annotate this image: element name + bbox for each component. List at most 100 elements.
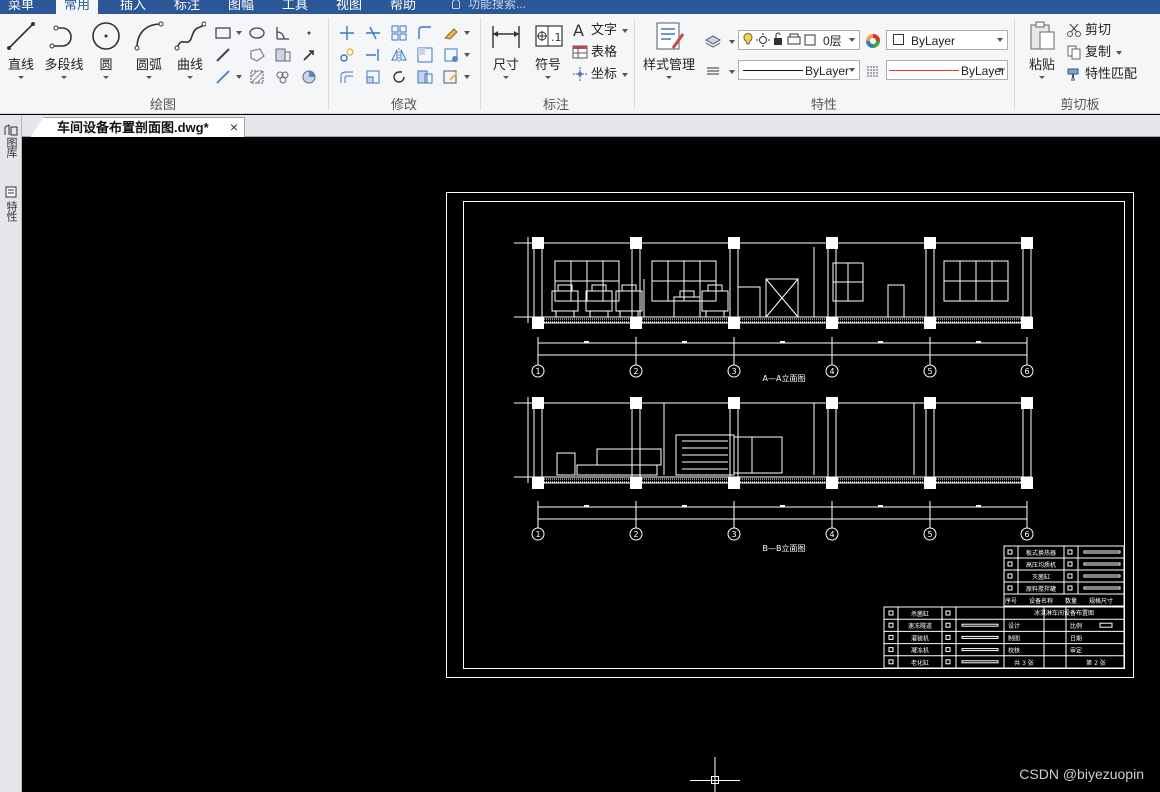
style-manager-button[interactable]: 样式管理	[640, 20, 698, 79]
ellipse-tool[interactable]	[248, 24, 266, 42]
table-label: 表格	[591, 44, 618, 59]
match-properties-button[interactable]: 特性匹配	[1066, 64, 1137, 84]
crosshair-cursor	[690, 757, 740, 792]
coordinate-button[interactable]: 坐标	[572, 64, 617, 84]
extend-tool[interactable]	[364, 46, 382, 64]
hatch-icon	[250, 70, 264, 84]
layer-dropdown[interactable]: 0层	[738, 30, 860, 50]
color-value: ByLayer	[911, 34, 956, 48]
polyline-icon	[49, 25, 72, 49]
table-button[interactable]: 表格	[572, 42, 617, 62]
axis-number: 4	[829, 367, 834, 376]
properties-group-title: 特性	[810, 97, 837, 112]
properties-dock-tab[interactable]: 特性	[3, 201, 19, 221]
hopper	[596, 448, 662, 466]
array-tool[interactable]	[390, 24, 408, 42]
color-dropdown[interactable]: ByLayer	[886, 30, 1008, 50]
polyline-label: 多段线	[44, 57, 84, 72]
move-icon	[340, 26, 354, 40]
scale-tool[interactable]	[364, 68, 382, 86]
color-picker-tool[interactable]	[864, 32, 882, 50]
mirror-tool[interactable]	[390, 46, 408, 64]
equipment-header-cell: 数量	[1065, 597, 1077, 605]
erase-tool[interactable]	[442, 24, 460, 42]
feature-search[interactable]: 功能搜索...	[444, 0, 534, 14]
text-button[interactable]: A 文字	[572, 20, 617, 40]
symbol-button[interactable]: .1 符号	[530, 20, 566, 79]
scale-icon	[366, 70, 380, 84]
tab-help[interactable]: 帮助	[382, 0, 424, 14]
row-qty	[945, 610, 951, 616]
arc-button[interactable]: 圆弧	[132, 20, 166, 79]
divider	[1014, 18, 1015, 110]
cloud-tool[interactable]	[274, 68, 292, 86]
ray-tool[interactable]	[214, 68, 232, 86]
library-dock-tab[interactable]: 图库	[3, 137, 19, 157]
point-tool[interactable]	[300, 24, 318, 42]
properties-dock-icon[interactable]	[4, 185, 18, 199]
copy-button[interactable]: 复制	[1066, 42, 1111, 62]
dimension-text	[584, 505, 589, 507]
dimension-icon	[492, 26, 520, 48]
line-button[interactable]: 直线	[4, 20, 38, 79]
lineweight-tool[interactable]	[704, 62, 722, 80]
copy-object-tool[interactable]	[338, 46, 356, 64]
library-dock-icon[interactable]	[3, 123, 19, 137]
explode-tool[interactable]	[442, 46, 460, 64]
pick-tool[interactable]	[300, 46, 318, 64]
axis-number: 1	[535, 367, 540, 376]
left-dock: 图库 特性	[0, 115, 22, 792]
tab-common[interactable]: 常用	[56, 0, 99, 14]
lineweight-preview	[889, 70, 959, 71]
region-tool[interactable]	[248, 46, 266, 64]
mirror-icon	[391, 48, 407, 62]
feature-search-placeholder: 功能搜索...	[468, 0, 527, 11]
linetype-dropdown[interactable]: ByLayer	[738, 60, 860, 80]
lineweight-dropdown[interactable]: ByLayer	[886, 60, 1008, 80]
edit-tool[interactable]	[442, 68, 460, 86]
tab-tools[interactable]: 工具	[274, 0, 316, 14]
rectangle-tool[interactable]	[214, 24, 232, 42]
tab-annotate[interactable]: 标注	[166, 0, 208, 14]
trim-tool[interactable]	[364, 24, 382, 42]
document-tab[interactable]: 车间设备布置剖面图.dwg* ×	[30, 117, 245, 137]
offset-tool[interactable]	[338, 68, 356, 86]
rotate-tool[interactable]	[390, 68, 408, 86]
break-tool[interactable]	[416, 68, 434, 86]
extend-icon	[366, 49, 379, 61]
tab-sheet[interactable]: 图幅	[220, 0, 262, 14]
row-spec	[961, 635, 999, 639]
tab-insert[interactable]: 插入	[112, 0, 154, 14]
equipment-spec	[1083, 562, 1121, 566]
dimension-button[interactable]: 尺寸	[486, 20, 526, 79]
column-node	[1021, 477, 1033, 489]
column-node	[1021, 397, 1033, 409]
close-icon[interactable]: ×	[230, 118, 238, 137]
fillet-tool[interactable]	[416, 24, 434, 42]
pie-tool[interactable]	[300, 68, 318, 86]
layer-manager-tool[interactable]	[704, 32, 722, 50]
column-node	[532, 317, 544, 329]
row-spec	[961, 648, 999, 652]
tab-view[interactable]: 视图	[328, 0, 370, 14]
polyline-button[interactable]: 多段线	[42, 20, 86, 79]
drawing-canvas[interactable]: A—A立面图 B—B立面图 1 2 3 4 5 6 1 2 3 4 5 6 板式换热器 高压均质机 灭菌…	[22, 137, 1160, 792]
angle-tool[interactable]	[274, 24, 292, 42]
construction-line-tool[interactable]	[214, 46, 232, 64]
copy-icon	[1067, 45, 1081, 60]
hatch-tool[interactable]	[248, 68, 266, 86]
paste-button[interactable]: 粘贴	[1022, 20, 1062, 79]
style-manager-label: 样式管理	[642, 57, 695, 72]
equipment-name: 高压均质机	[1026, 561, 1056, 569]
move-tool[interactable]	[338, 24, 356, 42]
block-tool[interactable]	[274, 46, 292, 64]
circle-button[interactable]: 圆	[90, 20, 122, 79]
stretch-tool[interactable]	[416, 46, 434, 64]
linestyle-tool[interactable]	[864, 62, 882, 80]
cut-button[interactable]: 剪切	[1066, 20, 1111, 40]
layer-state-icons	[743, 32, 816, 47]
curve-button[interactable]: 曲线	[172, 20, 208, 79]
tab-menu[interactable]: 菜单	[0, 0, 42, 14]
explode-icon	[444, 48, 458, 62]
text-label: 文字	[591, 22, 618, 37]
